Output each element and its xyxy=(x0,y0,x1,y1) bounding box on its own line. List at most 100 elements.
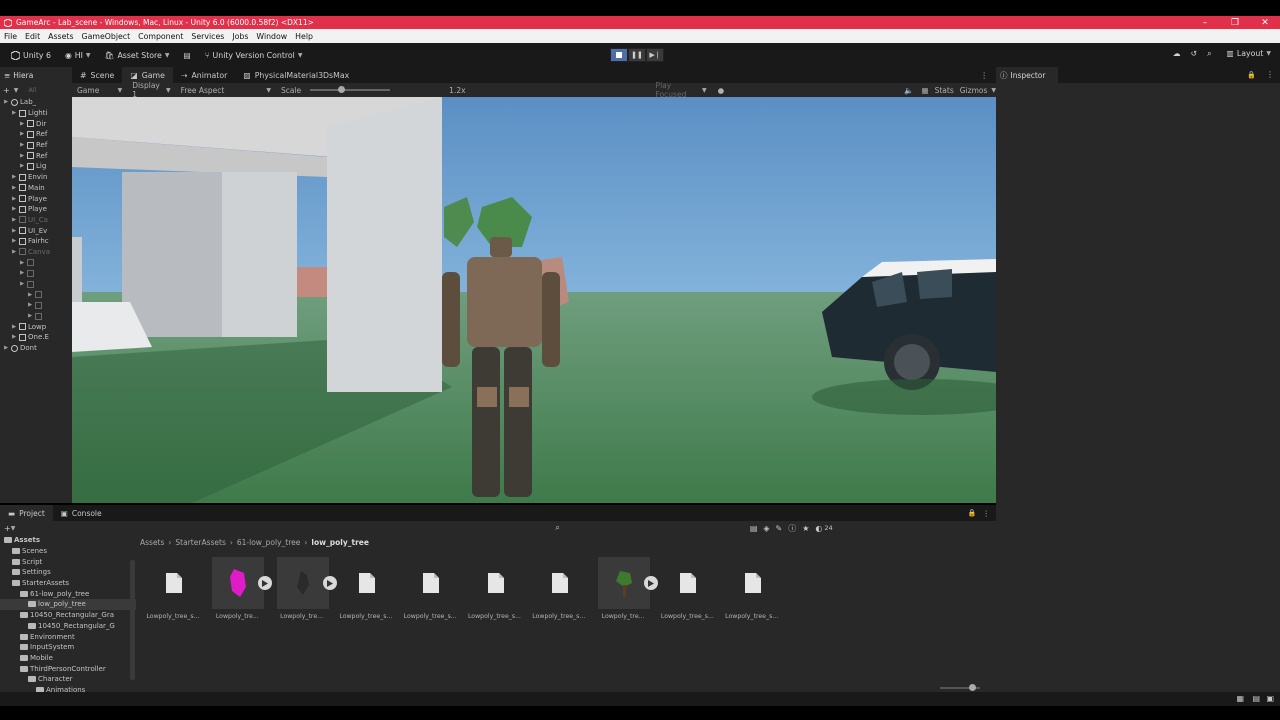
lock-icon[interactable]: 🔒 xyxy=(968,509,983,517)
stop-button[interactable] xyxy=(610,48,628,62)
hierarchy-item[interactable]: ▶ UI_Ev xyxy=(0,225,72,236)
hierarchy-item[interactable]: ▶ Ref xyxy=(0,129,72,140)
asset-item[interactable]: Lowpoly_tree_s... xyxy=(140,555,200,625)
hierarchy-item[interactable]: ▶ Lowp xyxy=(0,321,72,332)
expand-arrow-icon[interactable]: ▶ xyxy=(12,334,19,340)
project-folder-item[interactable]: Scenes xyxy=(0,546,136,557)
scale-slider-handle[interactable] xyxy=(338,86,346,93)
asset-item[interactable]: Lowpoly_tre... xyxy=(269,555,337,625)
search-icon[interactable]: ⌕ xyxy=(555,523,559,533)
pause-button[interactable]: ❚❚ xyxy=(628,48,646,62)
expand-arrow-icon[interactable]: ▶ xyxy=(20,131,27,137)
expand-arrow-icon[interactable]: ▶ xyxy=(20,270,27,276)
status-icon-3[interactable]: ▣ xyxy=(1266,694,1274,703)
expand-arrow-icon[interactable]: ▶ xyxy=(20,163,27,169)
filter-label-icon[interactable]: ◈ xyxy=(763,524,769,533)
gizmos-button[interactable]: Gizmos xyxy=(960,86,988,95)
asset-item[interactable]: Lowpoly_tre... xyxy=(204,555,273,625)
hierarchy-item[interactable]: ▶ Lig xyxy=(0,161,72,172)
tab-project[interactable]: ▬ Project xyxy=(0,505,53,521)
close-button[interactable]: ✕ xyxy=(1250,16,1280,29)
hierarchy-item[interactable]: ▶ Playe xyxy=(0,193,72,204)
menu-gameobject[interactable]: GameObject xyxy=(78,32,135,41)
project-folder-item[interactable]: 10450_Rectangular_Gra xyxy=(0,610,136,621)
project-folder-item[interactable]: 10450_Rectangular_G xyxy=(0,621,136,632)
expand-arrow-icon[interactable]: ▶ xyxy=(4,345,11,351)
hierarchy-item[interactable]: ▶ Ref xyxy=(0,140,72,151)
hierarchy-item[interactable]: ▶ One.E xyxy=(0,332,72,343)
project-folder-item[interactable]: ThirdPersonController xyxy=(0,663,136,674)
hierarchy-item[interactable]: ▶ xyxy=(0,300,72,311)
hierarchy-item[interactable]: ▶ Lighti xyxy=(0,108,72,119)
tab-inspector[interactable]: ⓘ Inspector xyxy=(996,67,1058,83)
asset-store-button[interactable]: 🛍 Asset Store ▼ xyxy=(100,49,175,62)
expand-arrow-icon[interactable]: ▶ xyxy=(28,302,35,308)
project-folder-item[interactable]: Settings xyxy=(0,567,136,578)
breadcrumb-starterassets[interactable]: StarterAssets xyxy=(175,538,225,547)
lock-icon[interactable]: 🔒 xyxy=(1243,67,1260,83)
asset-item[interactable]: Lowpoly_tree_s... xyxy=(719,555,779,625)
chevron-down-icon[interactable]: ▼ xyxy=(11,525,16,532)
hierarchy-search[interactable]: All xyxy=(28,86,36,94)
zoom-slider-handle[interactable] xyxy=(969,684,976,691)
breadcrumb-low-poly-tree[interactable]: low_poly_tree xyxy=(311,538,369,547)
hierarchy-item[interactable]: ▶ xyxy=(0,257,72,268)
expand-arrow-icon[interactable]: ▶ xyxy=(20,260,27,266)
expand-arrow-icon[interactable]: ▶ xyxy=(20,153,27,159)
expand-arrow-icon[interactable]: ▶ xyxy=(12,110,19,116)
status-icon-1[interactable]: ▦ xyxy=(1236,694,1244,703)
asset-item[interactable]: Lowpoly_tree_s... xyxy=(526,555,586,625)
expand-arrow-icon[interactable]: ▶ xyxy=(12,174,19,180)
hierarchy-item[interactable]: ▶ Dir xyxy=(0,118,72,129)
hierarchy-item[interactable]: ▶ xyxy=(0,279,72,290)
stats-button[interactable]: Stats xyxy=(935,86,954,95)
project-folder-item[interactable]: Character xyxy=(0,674,136,685)
asset-item[interactable]: Lowpoly_tree_s... xyxy=(397,555,457,625)
expand-arrow-icon[interactable]: ▶ xyxy=(28,292,35,298)
expand-arrow-icon[interactable]: ▶ xyxy=(12,238,19,244)
hierarchy-item[interactable]: ▶ Main xyxy=(0,183,72,194)
menu-window[interactable]: Window xyxy=(252,32,291,41)
hierarchy-item[interactable]: ▶ xyxy=(0,268,72,279)
hierarchy-item[interactable]: ▶ Envin xyxy=(0,172,72,183)
version-control-button[interactable]: ⑂ Unity Version Control ▼ xyxy=(200,49,308,62)
menu-component[interactable]: Component xyxy=(134,32,187,41)
cloud-icon[interactable]: ☁ xyxy=(1173,49,1181,58)
zoom-slider[interactable] xyxy=(940,684,980,691)
project-folder-item[interactable]: Environment xyxy=(0,631,136,642)
expand-arrow-icon[interactable]: ▶ xyxy=(12,324,19,330)
menu-jobs[interactable]: Jobs xyxy=(228,32,252,41)
expand-arrow-icon[interactable]: ▶ xyxy=(12,217,19,223)
hierarchy-item[interactable]: ▶ Playe xyxy=(0,204,72,215)
toggle-icon[interactable]: ● xyxy=(718,86,725,95)
expand-arrow-icon[interactable]: ▶ xyxy=(12,206,19,212)
more-options-icon[interactable]: ⋮ xyxy=(980,71,996,80)
chevron-down-icon[interactable]: ▼ xyxy=(14,87,19,94)
aspect-dropdown[interactable]: Free Aspect ▼ xyxy=(176,86,276,95)
tab-console[interactable]: ▣ Console xyxy=(53,505,110,521)
minimize-button[interactable]: – xyxy=(1190,16,1220,29)
history-icon[interactable]: ↺ xyxy=(1191,49,1198,58)
menu-edit[interactable]: Edit xyxy=(21,32,44,41)
account-dropdown[interactable]: ◉ HI ▼ xyxy=(60,49,96,62)
unity-account-button[interactable]: Unity 6 xyxy=(6,49,56,62)
breadcrumb-61-low-poly-tree[interactable]: 61-low_poly_tree xyxy=(237,538,301,547)
project-folder-item[interactable]: Assets xyxy=(0,535,136,546)
visibility-icon[interactable]: ◐ xyxy=(815,524,822,533)
asset-item[interactable]: Lowpoly_tree_s... xyxy=(333,555,393,625)
layout-dropdown[interactable]: ▥ Layout ▼ xyxy=(1221,47,1276,60)
package-button[interactable]: ▤ xyxy=(178,49,195,62)
breadcrumb-assets[interactable]: Assets xyxy=(140,538,164,547)
add-icon[interactable]: + xyxy=(3,86,10,95)
info-icon[interactable]: ⓘ xyxy=(788,523,796,534)
more-options-icon[interactable]: ⋮ xyxy=(983,509,997,518)
filter-type-icon[interactable]: ▤ xyxy=(750,524,758,533)
hierarchy-item[interactable]: ▶ Ref xyxy=(0,150,72,161)
more-options-icon[interactable]: ⋮ xyxy=(1260,67,1280,83)
expand-arrow-icon[interactable]: ▶ xyxy=(12,196,19,202)
expand-arrow-icon[interactable]: ▶ xyxy=(20,121,27,127)
game-view-viewport[interactable] xyxy=(72,97,996,503)
scale-slider[interactable] xyxy=(310,86,391,93)
expand-arrow-icon[interactable]: ▶ xyxy=(4,99,11,105)
asset-item[interactable]: Lowpoly_tre... xyxy=(590,555,659,625)
